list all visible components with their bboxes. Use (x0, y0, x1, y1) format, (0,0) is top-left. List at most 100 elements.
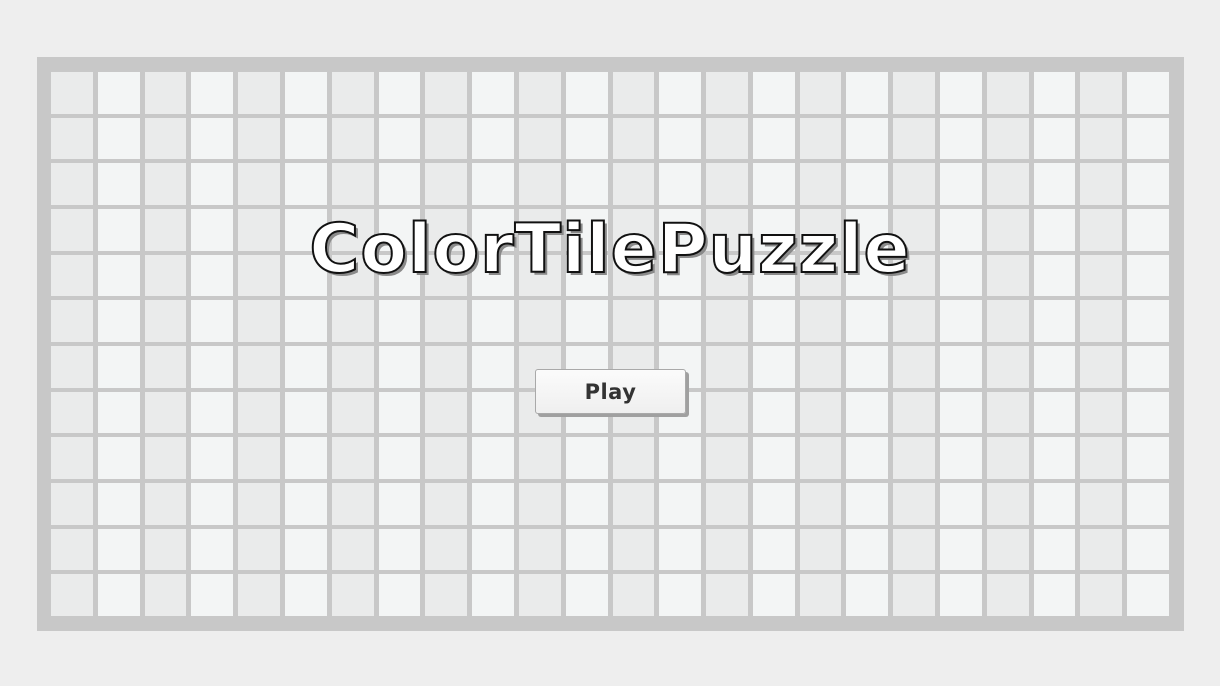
tile[interactable] (1127, 391, 1169, 434)
tile[interactable] (51, 117, 93, 160)
tile[interactable] (565, 528, 608, 571)
tile[interactable] (752, 391, 795, 434)
tile[interactable] (752, 574, 795, 616)
tile[interactable] (284, 300, 327, 342)
tile[interactable] (144, 483, 187, 525)
tile[interactable] (565, 300, 608, 342)
tile[interactable] (846, 72, 889, 114)
tile[interactable] (893, 391, 936, 434)
tile[interactable] (612, 72, 655, 114)
tile[interactable] (1080, 574, 1123, 616)
tile[interactable] (472, 574, 514, 616)
tile[interactable] (846, 346, 889, 388)
tile[interactable] (425, 72, 468, 114)
tile[interactable] (893, 574, 936, 616)
tile[interactable] (518, 437, 561, 479)
tile[interactable] (1080, 391, 1123, 434)
tile[interactable] (846, 117, 889, 160)
tile[interactable] (238, 72, 280, 114)
tile[interactable] (1080, 346, 1123, 388)
tile[interactable] (940, 391, 982, 434)
tile[interactable] (752, 437, 795, 479)
tile[interactable] (893, 72, 936, 114)
tile[interactable] (659, 528, 702, 571)
tile[interactable] (1033, 72, 1076, 114)
tile[interactable] (472, 437, 514, 479)
tile[interactable] (612, 437, 655, 479)
tile[interactable] (51, 163, 93, 205)
tile[interactable] (659, 72, 702, 114)
tile[interactable] (846, 437, 889, 479)
tile[interactable] (799, 574, 842, 616)
tile[interactable] (659, 574, 702, 616)
tile[interactable] (940, 300, 982, 342)
tile[interactable] (565, 574, 608, 616)
tile[interactable] (144, 163, 187, 205)
tile[interactable] (425, 574, 468, 616)
tile[interactable] (893, 528, 936, 571)
tile[interactable] (144, 391, 187, 434)
tile[interactable] (425, 163, 468, 205)
tile[interactable] (331, 483, 374, 525)
tile[interactable] (51, 391, 93, 434)
tile[interactable] (238, 574, 280, 616)
tile[interactable] (986, 391, 1029, 434)
tile[interactable] (659, 437, 702, 479)
tile[interactable] (378, 437, 421, 479)
tile[interactable] (612, 117, 655, 160)
tile[interactable] (893, 300, 936, 342)
tile[interactable] (472, 300, 514, 342)
tile[interactable] (518, 117, 561, 160)
tile[interactable] (1033, 574, 1076, 616)
tile[interactable] (846, 391, 889, 434)
tile[interactable] (238, 117, 280, 160)
tile[interactable] (331, 117, 374, 160)
tile[interactable] (284, 72, 327, 114)
tile[interactable] (378, 72, 421, 114)
tile[interactable] (706, 300, 748, 342)
tile[interactable] (1127, 117, 1169, 160)
tile[interactable] (940, 528, 982, 571)
tile[interactable] (1127, 437, 1169, 479)
tile[interactable] (799, 346, 842, 388)
tile[interactable] (518, 528, 561, 571)
tile[interactable] (986, 346, 1029, 388)
tile[interactable] (986, 163, 1029, 205)
tile[interactable] (191, 346, 234, 388)
tile[interactable] (191, 163, 234, 205)
tile[interactable] (893, 483, 936, 525)
tile[interactable] (284, 528, 327, 571)
tile[interactable] (284, 391, 327, 434)
tile[interactable] (893, 163, 936, 205)
tile[interactable] (472, 163, 514, 205)
tile[interactable] (706, 528, 748, 571)
tile[interactable] (518, 300, 561, 342)
tile[interactable] (1080, 528, 1123, 571)
tile[interactable] (284, 117, 327, 160)
tile[interactable] (940, 346, 982, 388)
tile[interactable] (799, 483, 842, 525)
tile[interactable] (612, 163, 655, 205)
tile[interactable] (1127, 300, 1169, 342)
tile[interactable] (378, 300, 421, 342)
tile[interactable] (659, 163, 702, 205)
tile[interactable] (706, 163, 748, 205)
tile[interactable] (1080, 483, 1123, 525)
tile[interactable] (472, 117, 514, 160)
tile[interactable] (425, 391, 468, 434)
tile[interactable] (238, 391, 280, 434)
tile[interactable] (144, 437, 187, 479)
tile[interactable] (191, 483, 234, 525)
tile[interactable] (1127, 163, 1169, 205)
tile[interactable] (144, 117, 187, 160)
tile[interactable] (752, 117, 795, 160)
tile[interactable] (706, 437, 748, 479)
tile[interactable] (97, 163, 140, 205)
tile[interactable] (284, 483, 327, 525)
tile[interactable] (986, 574, 1029, 616)
tile[interactable] (191, 300, 234, 342)
tile[interactable] (1033, 528, 1076, 571)
tile[interactable] (799, 437, 842, 479)
tile[interactable] (612, 528, 655, 571)
tile[interactable] (612, 574, 655, 616)
